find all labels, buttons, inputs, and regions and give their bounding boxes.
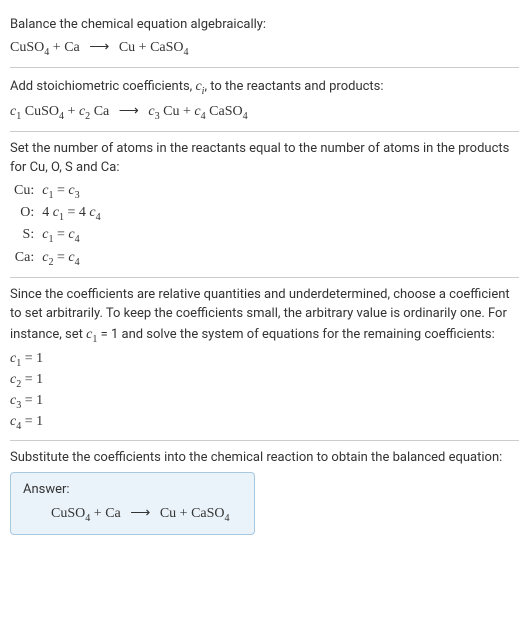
- reactant-1: CuSO4: [10, 40, 49, 55]
- solve-text: Since the coefficients are relative quan…: [10, 286, 519, 346]
- solution-list: c1 = 1 c2 = 1 c3 = 1 c4 = 1: [10, 348, 519, 432]
- substitute-text: Substitute the coefficients into the che…: [10, 449, 519, 468]
- plus: +: [139, 40, 150, 55]
- solution-row: c2 = 1: [10, 369, 519, 390]
- balance-equation: c1 = c3: [38, 180, 104, 202]
- table-row: Ca: c2 = c4: [10, 247, 105, 269]
- step-text: Add stoichiometric coefficients, ci, to …: [10, 76, 519, 98]
- table-row: S: c1 = c4: [10, 224, 105, 246]
- solution-row: c4 = 1: [10, 411, 519, 432]
- solution-row: c3 = 1: [10, 390, 519, 411]
- atom-balance-intro: Set the number of atoms in the reactants…: [10, 140, 519, 178]
- problem-statement: Balance the chemical equation algebraica…: [10, 8, 519, 67]
- element-label: O:: [10, 202, 38, 224]
- plus: +: [53, 40, 64, 55]
- solve-step: Since the coefficients are relative quan…: [10, 278, 519, 440]
- table-row: O: 4 c1 = 4 c4: [10, 202, 105, 224]
- product-1: Cu: [119, 40, 135, 55]
- substitute-step: Substitute the coefficients into the che…: [10, 441, 519, 543]
- add-coefficients-step: Add stoichiometric coefficients, ci, to …: [10, 68, 519, 131]
- product-2: CaSO4: [150, 40, 189, 55]
- balance-equation: c2 = c4: [38, 247, 104, 269]
- reactant-2: Ca: [64, 40, 80, 55]
- table-row: Cu: c1 = c3: [10, 180, 105, 202]
- unbalanced-equation: CuSO4 + Ca ⟶ Cu + CaSO4: [10, 37, 519, 59]
- balanced-equation: CuSO4 + Ca ⟶ Cu + CaSO4: [23, 504, 242, 524]
- element-label: Cu:: [10, 180, 38, 202]
- balance-equation: c1 = c4: [38, 224, 104, 246]
- answer-box: Answer: CuSO4 + Ca ⟶ Cu + CaSO4: [10, 472, 255, 535]
- prompt-text: Balance the chemical equation algebraica…: [10, 16, 519, 35]
- solution-row: c1 = 1: [10, 348, 519, 369]
- element-label: Ca:: [10, 247, 38, 269]
- answer-label: Answer:: [23, 481, 242, 500]
- equation-with-coeffs: c1 CuSO4 + c2 Ca ⟶ c3 Cu + c4 CaSO4: [10, 101, 519, 123]
- reaction-arrow: ⟶: [89, 37, 109, 59]
- atom-balance-step: Set the number of atoms in the reactants…: [10, 132, 519, 277]
- atom-balance-table: Cu: c1 = c3 O: 4 c1 = 4 c4 S: c1 = c4 Ca…: [10, 180, 105, 270]
- balance-equation: 4 c1 = 4 c4: [38, 202, 104, 224]
- element-label: S:: [10, 224, 38, 246]
